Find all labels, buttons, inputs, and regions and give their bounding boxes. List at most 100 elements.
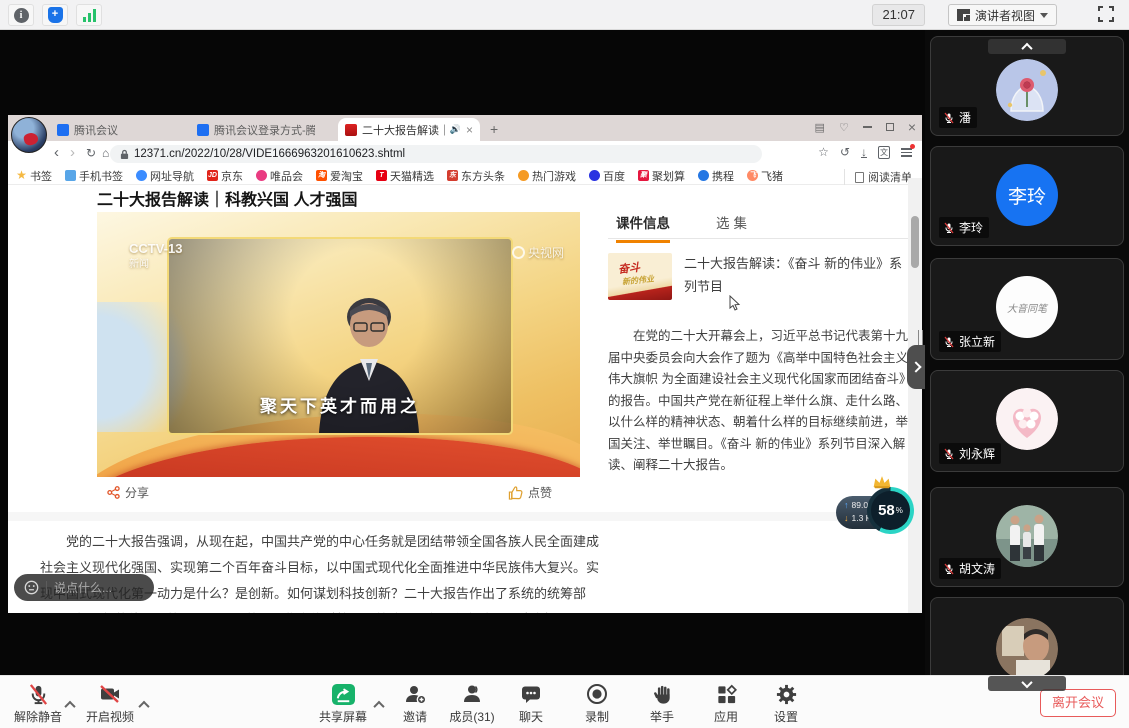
avatar xyxy=(996,618,1058,680)
section-divider xyxy=(8,512,908,521)
home-icon[interactable]: ⌂ xyxy=(102,146,109,160)
browser-tab-3-active[interactable]: 二十大报告解读｜科教兴国 人才强国 🔊 × xyxy=(338,118,480,141)
cctv-watermark: CCTV-13 新闻 xyxy=(129,242,182,272)
maximize-icon[interactable] xyxy=(886,123,894,131)
bookmark-item[interactable]: 手机书签 xyxy=(65,168,123,184)
bookmark-item[interactable]: 淘爱淘宝 xyxy=(316,168,363,184)
record-icon xyxy=(565,681,629,707)
bookmark-item[interactable]: 东东方头条 xyxy=(447,168,505,184)
mic-muted-icon xyxy=(943,222,955,234)
bookmark-item[interactable]: 飞飞猪 xyxy=(747,168,783,184)
browser-tabstrip: 腾讯会议 腾讯会议登录方式-腾讯会议 二十大报告解读｜科教兴国 人才强国 🔊 ×… xyxy=(8,115,922,141)
chevron-right-icon xyxy=(910,361,921,372)
history-icon[interactable]: ↺ xyxy=(840,145,850,159)
minimize-icon[interactable] xyxy=(863,126,872,128)
apps-button[interactable]: 应用 xyxy=(694,681,758,725)
leave-meeting-button[interactable]: 离开会议 xyxy=(1040,689,1116,717)
tab-courseware-info[interactable]: 课件信息 xyxy=(616,212,670,243)
browser-menu-icon[interactable] xyxy=(901,147,912,157)
favorite-heart-icon[interactable]: ♡ xyxy=(839,121,849,134)
episode-thumbnail[interactable]: 奋斗 新的伟业 xyxy=(608,253,672,300)
bookmark-star-icon[interactable]: ☆ xyxy=(818,145,829,159)
fullscreen-button[interactable] xyxy=(1097,5,1117,25)
refresh-icon[interactable]: ↻ xyxy=(86,146,96,160)
network-speed-widget[interactable]: ↑89.0 K/s ↓1.3 K/s 58% xyxy=(836,477,916,559)
participant-tile[interactable]: 李玲 李玲 xyxy=(930,146,1124,246)
share-button[interactable]: 分享 xyxy=(107,484,149,501)
bookmark-item[interactable]: 唯品会 xyxy=(256,168,303,184)
members-button[interactable]: 成员(31) xyxy=(440,681,504,725)
forward-icon[interactable]: › xyxy=(70,144,75,161)
new-tab-button[interactable]: + xyxy=(490,121,498,137)
bookmark-item[interactable]: 热门游戏 xyxy=(518,168,576,184)
scroll-up-button[interactable] xyxy=(988,39,1066,54)
share-options-caret[interactable] xyxy=(375,696,383,714)
participant-tile[interactable]: 刘永辉 xyxy=(930,370,1124,472)
thumbs-up-icon xyxy=(508,486,523,500)
chat-button[interactable]: 聊天 xyxy=(499,681,563,725)
voov-favicon xyxy=(197,124,209,136)
chat-bubble-icon xyxy=(499,681,563,707)
address-bar[interactable]: 12371.cn/2022/10/28/VIDE1666963201610623… xyxy=(110,145,762,163)
courseware-panel: 课件信息 选集 奋斗 新的伟业 二十大报告解读：《奋斗 新的伟业》系列节目 在党… xyxy=(608,212,910,239)
chevron-up-icon xyxy=(138,701,149,712)
shield-icon: + xyxy=(48,7,63,23)
meeting-info-button[interactable]: i xyxy=(8,4,34,26)
participant-tile[interactable]: 胡文涛 xyxy=(930,487,1124,587)
participant-tile[interactable]: 潘 xyxy=(930,36,1124,136)
back-icon[interactable]: ‹ xyxy=(54,144,59,161)
video-options-caret[interactable] xyxy=(140,696,148,714)
translate-icon[interactable]: 文 xyxy=(878,146,890,159)
bookmark-item[interactable]: 网址导航 xyxy=(136,168,194,184)
browser-tab-1[interactable]: 腾讯会议 xyxy=(50,118,182,141)
avatar xyxy=(996,505,1058,567)
settings-button[interactable]: 设置 xyxy=(754,681,818,725)
bookmark-item[interactable]: 携程 xyxy=(698,168,734,184)
like-button[interactable]: 点赞 xyxy=(508,484,552,501)
browser-navbar: ‹ › ↻ ⌂ 12371.cn/2022/10/28/VIDE16669632… xyxy=(8,141,922,167)
close-window-icon[interactable]: × xyxy=(908,119,916,135)
episode-title[interactable]: 二十大报告解读：《奋斗 新的伟业》系列节目 xyxy=(684,252,910,298)
webpage-content: 二十大报告解读｜科教兴国 人才强国 CCTV-13 新闻 央视网 xyxy=(8,185,922,613)
participant-name-tag: 刘永辉 xyxy=(939,443,1001,464)
info-icon: i xyxy=(14,8,29,23)
avatar: 李玲 xyxy=(996,164,1058,226)
network-quality-button[interactable] xyxy=(76,4,102,26)
share-screen-button[interactable]: 共享屏幕 xyxy=(311,681,375,725)
participant-tile[interactable]: 大音同笔 张立新 xyxy=(930,258,1124,360)
bookmark-item[interactable]: JD京东 xyxy=(207,168,243,184)
mic-muted-icon xyxy=(943,336,955,348)
scroll-down-button[interactable] xyxy=(988,676,1066,691)
apps-grid-icon xyxy=(694,681,758,707)
raise-hand-button[interactable]: 举手 xyxy=(630,681,694,725)
meeting-security-button[interactable]: + xyxy=(42,4,68,26)
bookmark-item[interactable]: ★书签 xyxy=(16,168,52,184)
browser-tab-2[interactable]: 腾讯会议登录方式-腾讯会议 xyxy=(190,118,322,141)
meeting-topbar: i + 21:07 演讲者视图 xyxy=(0,0,1129,30)
bookmark-item[interactable]: T天猫精选 xyxy=(376,168,434,184)
mic-options-caret[interactable] xyxy=(66,696,74,714)
ctrip-icon xyxy=(698,170,709,181)
lock-icon xyxy=(120,149,129,160)
vip-icon xyxy=(256,170,267,181)
reading-list-button[interactable]: 阅读清单 xyxy=(844,169,912,185)
view-mode-dropdown[interactable]: 演讲者视图 xyxy=(948,4,1057,26)
upload-arrow-icon: ↑ xyxy=(844,499,849,512)
bookmark-item[interactable]: 百度 xyxy=(589,168,625,184)
scrollbar-thumb[interactable] xyxy=(911,216,919,268)
bookmark-item[interactable]: 聚聚划算 xyxy=(638,168,685,184)
reader-mode-icon[interactable]: ▤ xyxy=(815,121,825,134)
quick-chat-input[interactable]: 说点什么... xyxy=(14,574,154,601)
video-inner-frame: 聚天下英才而用之 xyxy=(167,237,513,435)
browser-profile-avatar[interactable] xyxy=(11,117,47,153)
record-button[interactable]: 录制 xyxy=(565,681,629,725)
invite-button[interactable]: 邀请 xyxy=(383,681,447,725)
tab-audio-icon: 🔊 xyxy=(450,124,461,135)
download-icon[interactable]: ↓ xyxy=(861,147,867,158)
tab-close-icon[interactable]: × xyxy=(466,123,473,137)
sidebar-collapse-button[interactable] xyxy=(907,345,925,389)
start-video-button[interactable]: 开启视频 xyxy=(78,681,142,725)
video-player[interactable]: CCTV-13 新闻 央视网 xyxy=(97,212,580,477)
tab-episodes[interactable]: 选集 xyxy=(716,212,751,232)
unmute-button[interactable]: 解除静音 xyxy=(6,681,70,725)
